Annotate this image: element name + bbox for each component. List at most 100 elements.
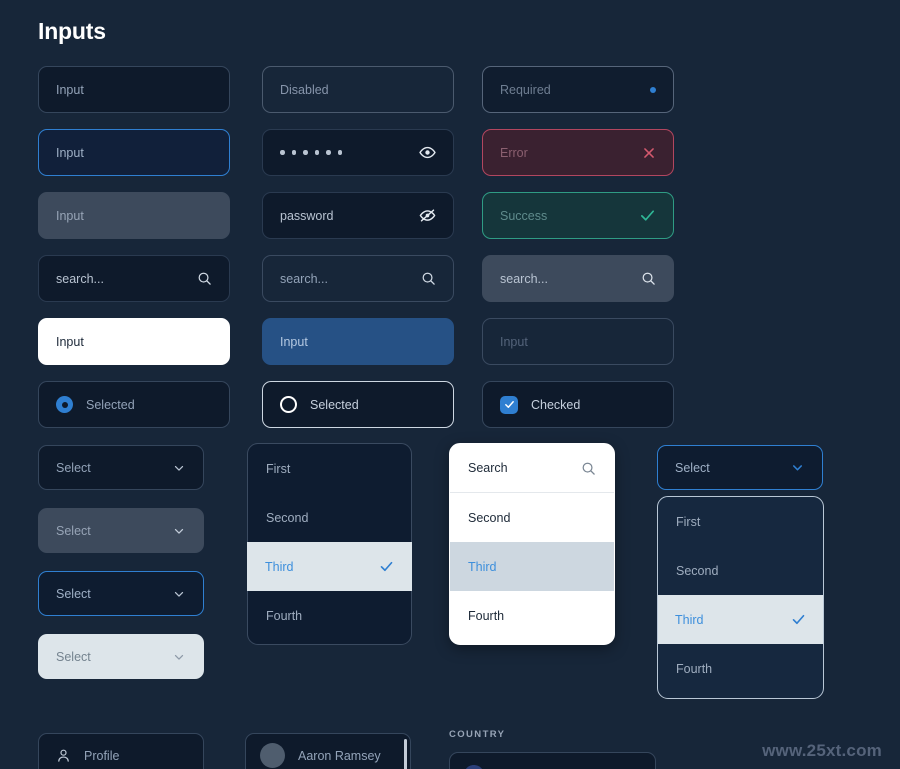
us-flag-icon: [464, 764, 484, 769]
close-icon: [642, 146, 656, 160]
dropdown-option[interactable]: Fourth: [248, 591, 411, 640]
dropdown-panel-open[interactable]: First Second Third Fourth: [657, 496, 824, 699]
chevron-down-icon[interactable]: [172, 650, 186, 664]
input-default[interactable]: Input: [38, 66, 230, 113]
dropdown-option-label: Third: [265, 559, 294, 574]
chevron-down-icon[interactable]: [172, 524, 186, 538]
radio-option-selected[interactable]: Selected: [38, 381, 230, 428]
check-icon: [379, 559, 394, 574]
page-title: Inputs: [38, 18, 106, 44]
profile-label: Profile: [84, 748, 120, 763]
person-field[interactable]: Aaron Ramsey: [245, 733, 411, 769]
radio-option-unselected[interactable]: Selected: [262, 381, 454, 428]
dropdown-option[interactable]: Second: [450, 493, 614, 542]
input-disabled: Disabled: [262, 66, 454, 113]
input-focused[interactable]: Input: [38, 129, 230, 176]
input-blue-filled-label: Input: [280, 334, 308, 349]
check-icon: [639, 207, 656, 224]
dropdown-search-row[interactable]: Search: [450, 444, 614, 493]
dropdown-option[interactable]: Second: [658, 546, 823, 595]
dropdown-option-label: Third: [468, 559, 497, 574]
chevron-down-icon[interactable]: [172, 461, 186, 475]
input-error[interactable]: Error: [482, 129, 674, 176]
select-white[interactable]: Select: [38, 634, 204, 679]
dropdown-option[interactable]: First: [658, 497, 823, 546]
search-input-outline[interactable]: search...: [262, 255, 454, 302]
password-input-visible[interactable]: password: [262, 192, 454, 239]
dropdown-option-label: First: [266, 461, 291, 476]
country-field[interactable]: [449, 752, 656, 769]
select-focused[interactable]: Select: [38, 571, 204, 616]
eye-icon[interactable]: [419, 144, 436, 161]
required-dot-icon: [650, 86, 656, 93]
input-error-label: Error: [500, 145, 528, 160]
dropdown-option-label: Fourth: [676, 661, 713, 676]
search-input-grey-label: search...: [500, 271, 548, 286]
select-open-trigger[interactable]: Select: [657, 445, 823, 490]
search-input-dark-label: search...: [56, 271, 104, 286]
avatar: [260, 743, 285, 768]
radio-unselected-label: Selected: [310, 397, 359, 412]
profile-field[interactable]: Profile: [38, 733, 204, 769]
input-default-label: Input: [56, 82, 84, 97]
dropdown-option-selected[interactable]: Third: [658, 595, 823, 644]
checkbox-checked-label: Checked: [531, 397, 581, 412]
select-open-trigger-label: Select: [675, 460, 710, 475]
chevron-down-icon[interactable]: [172, 587, 186, 601]
select-grey-label: Select: [56, 523, 91, 538]
dropdown-option-label: Fourth: [468, 608, 505, 623]
input-filled-grey[interactable]: Input: [38, 192, 230, 239]
input-white[interactable]: Input: [38, 318, 230, 365]
input-disabled-label: Disabled: [280, 82, 329, 97]
select-grey[interactable]: Select: [38, 508, 204, 553]
radio-selected-label: Selected: [86, 397, 135, 412]
dropdown-option-label: Second: [676, 563, 719, 578]
input-required[interactable]: Required: [482, 66, 674, 113]
chevron-down-icon[interactable]: [790, 460, 805, 475]
dropdown-option[interactable]: First: [248, 444, 411, 493]
select-default[interactable]: Select: [38, 445, 204, 490]
dropdown-panel-white[interactable]: Search Second Third Fourth: [449, 443, 615, 645]
input-filled-grey-label: Input: [56, 208, 84, 223]
inputs-showcase-page: Inputs Input Input Input search... Input…: [0, 0, 900, 769]
search-icon[interactable]: [197, 271, 212, 286]
checkbox-option-checked[interactable]: Checked: [482, 381, 674, 428]
password-visible-value: password: [280, 208, 334, 223]
dropdown-option-label: Second: [266, 510, 309, 525]
dropdown-option-label: Third: [675, 612, 704, 627]
dropdown-search-label: Search: [468, 461, 508, 475]
radio-on-icon[interactable]: [56, 396, 73, 413]
input-outline-empty-label: Input: [500, 334, 528, 349]
dropdown-option-selected[interactable]: Third: [450, 542, 614, 591]
search-icon[interactable]: [641, 271, 656, 286]
input-success[interactable]: Success: [482, 192, 674, 239]
radio-off-icon[interactable]: [280, 396, 297, 413]
person-name: Aaron Ramsey: [298, 748, 381, 763]
input-success-label: Success: [500, 208, 548, 223]
checkbox-checked-icon[interactable]: [500, 395, 518, 414]
dropdown-option-label: Second: [468, 510, 511, 525]
eye-off-icon[interactable]: [419, 207, 436, 224]
search-input-dark[interactable]: search...: [38, 255, 230, 302]
dropdown-option[interactable]: Fourth: [450, 591, 614, 640]
scrollbar[interactable]: [404, 739, 407, 769]
search-icon[interactable]: [581, 461, 596, 476]
input-outline-empty[interactable]: Input: [482, 318, 674, 365]
input-required-label: Required: [500, 82, 551, 97]
dropdown-option-selected[interactable]: Third: [247, 542, 412, 591]
user-icon: [56, 748, 71, 763]
select-white-label: Select: [56, 649, 91, 664]
password-dots: [280, 150, 419, 155]
select-default-label: Select: [56, 460, 91, 475]
dropdown-option[interactable]: Second: [248, 493, 411, 542]
dropdown-panel-dark[interactable]: First Second Third Fourth: [247, 443, 412, 645]
dropdown-option-label: Fourth: [266, 608, 303, 623]
password-masked-value: [280, 150, 419, 155]
search-icon[interactable]: [421, 271, 436, 286]
dropdown-option-label: First: [676, 514, 701, 529]
dropdown-option[interactable]: Fourth: [658, 644, 823, 693]
input-blue-filled[interactable]: Input: [262, 318, 454, 365]
password-input-masked[interactable]: [262, 129, 454, 176]
search-input-grey[interactable]: search...: [482, 255, 674, 302]
watermark: www.25xt.com: [762, 741, 882, 760]
